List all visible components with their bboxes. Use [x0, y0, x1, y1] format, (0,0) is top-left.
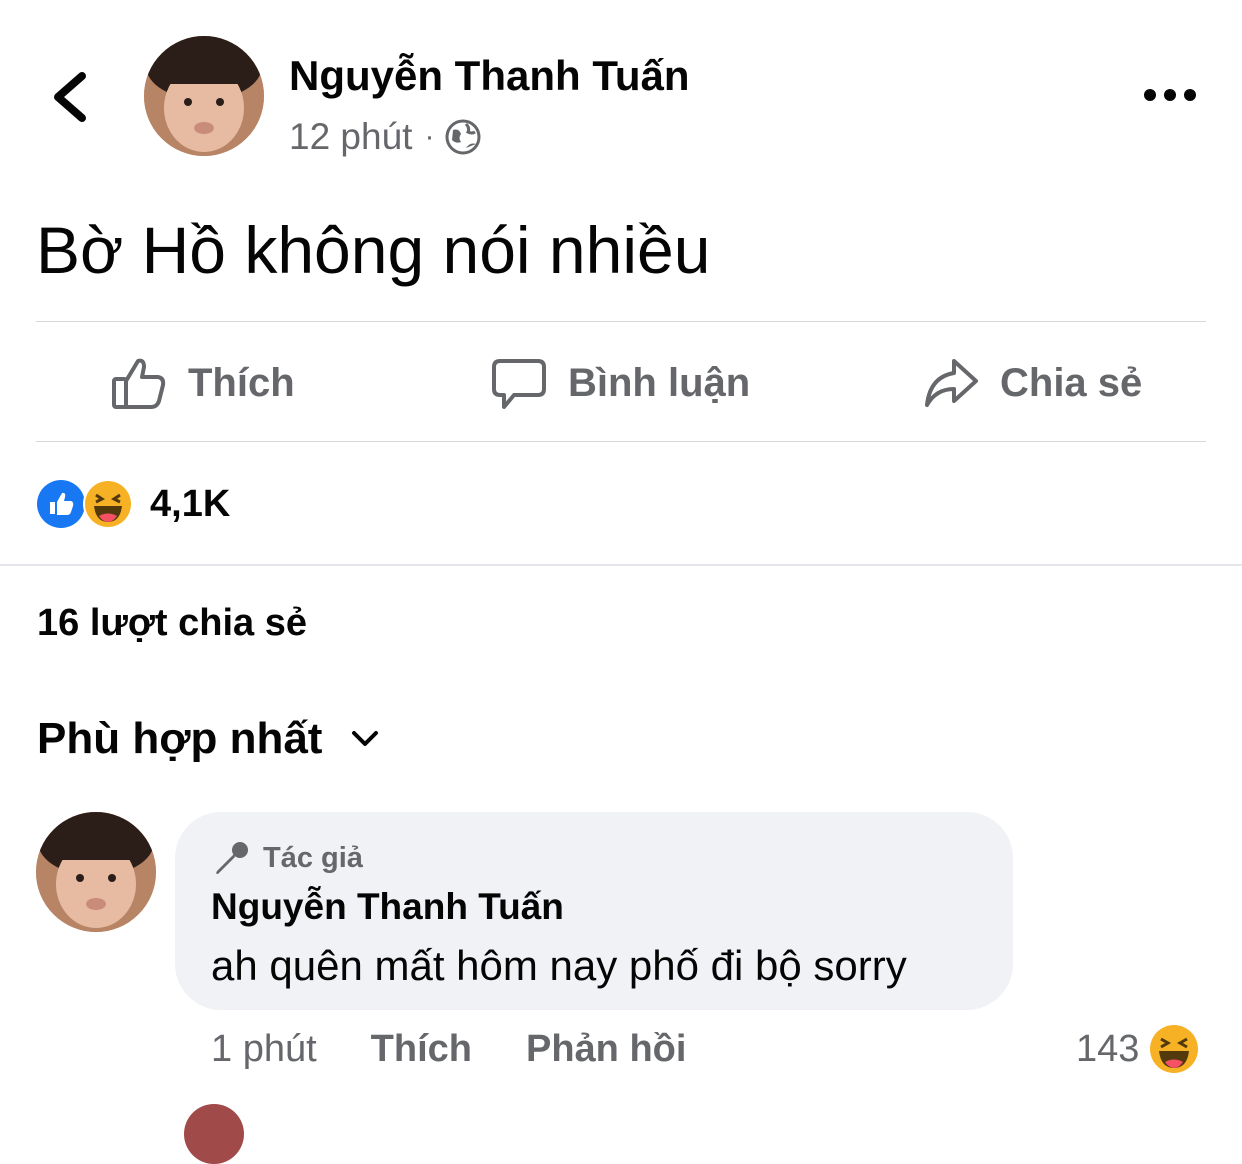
meta-separator: ·	[424, 120, 435, 153]
reaction-icons	[37, 479, 133, 529]
comment-bubble-icon	[492, 359, 546, 409]
more-options-button[interactable]	[1140, 80, 1200, 110]
comment-button[interactable]: Bình luận	[490, 340, 750, 426]
section-divider	[0, 564, 1242, 566]
post-time[interactable]: 12 phút	[289, 116, 412, 158]
share-button[interactable]: Chia sẻ	[922, 340, 1142, 426]
author-avatar[interactable]	[144, 36, 264, 156]
comment-author-avatar[interactable]	[36, 812, 156, 932]
reaction-count: 4,1K	[150, 482, 231, 525]
share-label: Chia sẻ	[1000, 360, 1143, 405]
comment-time[interactable]: 1 phút	[211, 1028, 317, 1071]
avatar-image	[144, 36, 264, 156]
chevron-left-icon	[54, 72, 86, 122]
microphone-icon	[216, 842, 248, 874]
comment-actions: 1 phút Thích Phản hồi	[211, 1022, 740, 1076]
share-count[interactable]: 16 lượt chia sẻ	[37, 602, 307, 645]
author-badge: Tác giả	[211, 840, 363, 876]
comment-text: ah quên mất hôm nay phố đi bộ sorry	[211, 942, 907, 989]
post-author-name[interactable]: Nguyễn Thanh Tuấn	[289, 52, 690, 100]
comment-label: Bình luận	[568, 360, 751, 405]
next-comment-avatar[interactable]	[184, 1104, 244, 1164]
haha-reaction-icon	[1150, 1025, 1199, 1073]
comment-reply-button[interactable]: Phản hồi	[526, 1028, 686, 1071]
share-arrow-icon	[925, 359, 978, 407]
avatar-image	[36, 812, 156, 932]
more-dots-icon	[1144, 89, 1196, 101]
sort-label: Phù hợp nhất	[37, 714, 323, 763]
chevron-down-icon	[352, 731, 379, 746]
like-label: Thích	[188, 360, 295, 405]
author-badge-label: Tác giả	[263, 841, 363, 874]
comment-reaction-count: 143	[1076, 1027, 1140, 1070]
like-button[interactable]: Thích	[110, 340, 295, 426]
post-text: Bờ Hồ không nói nhiều	[36, 213, 711, 287]
divider	[36, 321, 1206, 322]
divider	[36, 441, 1206, 442]
comment-author-name[interactable]: Nguyễn Thanh Tuấn	[211, 886, 564, 928]
comment-reactions[interactable]: 143	[1076, 1022, 1199, 1076]
reactions-summary[interactable]: 4,1K	[36, 478, 230, 530]
globe-icon	[445, 119, 481, 155]
back-button[interactable]	[44, 62, 104, 132]
comment-sort-dropdown[interactable]: Phù hợp nhất	[37, 714, 380, 764]
thumbs-up-icon	[112, 358, 166, 409]
comment-like-button[interactable]: Thích	[371, 1028, 472, 1071]
post-meta: 12 phút ·	[289, 114, 482, 160]
